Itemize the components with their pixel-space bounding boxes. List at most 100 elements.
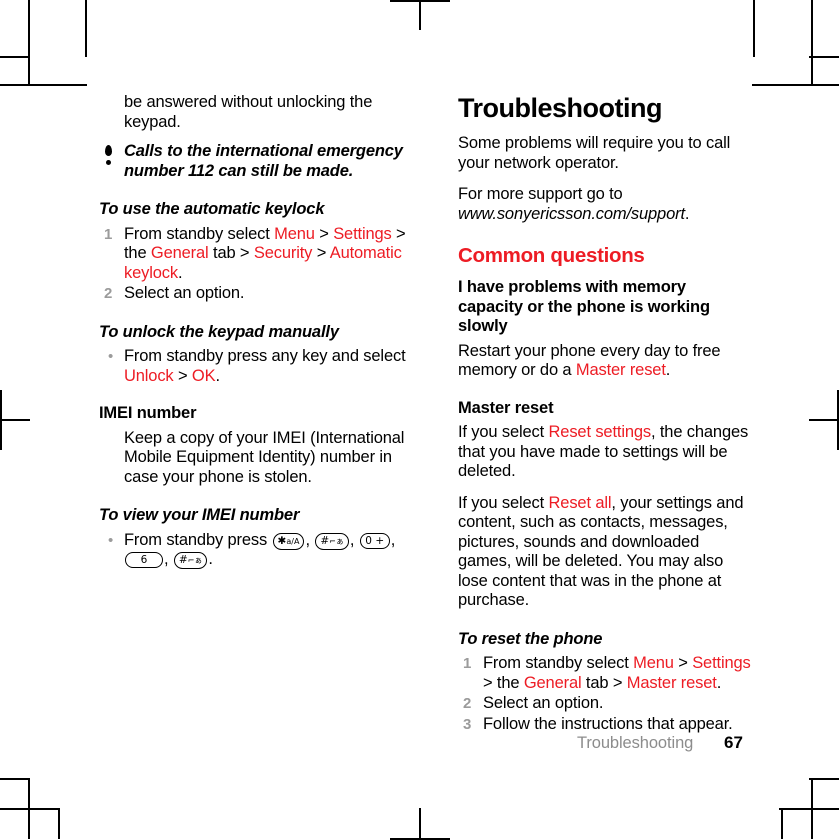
ui-link-master-reset[interactable]: Master reset (627, 674, 717, 692)
step-number: 1 (463, 655, 472, 672)
separator: tab > (208, 244, 254, 262)
ui-link-general[interactable]: General (151, 244, 209, 262)
list-item: • From standby press ✱a/A, #⌐ぁ, 0 +, 6, #… (99, 531, 419, 570)
step-text-part: From standby select (483, 654, 634, 672)
crop-mark-bottom-right-v2 (781, 808, 783, 839)
emergency-note-text: Calls to the international emergency num… (124, 142, 403, 180)
ui-link-reset-settings[interactable]: Reset settings (549, 423, 652, 441)
hash-key-icon: #⌐ぁ (315, 532, 349, 550)
ui-link-reset-all[interactable]: Reset all (549, 494, 612, 512)
footer-chapter-name: Troubleshooting (577, 734, 694, 752)
left-text-column: be answered without unlocking the keypad… (99, 93, 419, 571)
hash-key-icon: #⌐ぁ (173, 552, 208, 569)
star-key-icon: ✱a/A (272, 532, 305, 550)
comma: , (349, 530, 359, 549)
master-reset-paragraph-2: If you select Reset all, your settings a… (458, 494, 753, 611)
ui-link-master-reset[interactable]: Master reset (576, 361, 666, 379)
intro-paragraph-1: Some problems will require you to call y… (458, 134, 731, 172)
ui-link-general[interactable]: General (524, 674, 582, 692)
separator: > (312, 244, 330, 262)
step-text: Follow the instructions that appear. (483, 714, 733, 733)
crop-mark-top-left-v1 (28, 0, 30, 85)
manual-page: be answered without unlocking the keypad… (0, 0, 839, 840)
list-item: 2 Select an option. (458, 694, 753, 714)
list-item: 1 From standby select Menu > Settings > t… (99, 225, 419, 284)
step-text: Select an option. (483, 694, 604, 712)
page-number: 67 (724, 733, 743, 752)
crop-mark-bottom-center-v (419, 808, 421, 839)
crop-mark-top-right-h2 (809, 56, 839, 58)
step-number: 2 (463, 695, 472, 712)
section-title-common-questions: Common questions (458, 244, 645, 267)
comma: , (164, 550, 173, 568)
list-item: 2 Select an option. (99, 284, 419, 304)
page-title: Troubleshooting (458, 93, 662, 123)
separator: > the (483, 673, 524, 692)
period: . (208, 550, 213, 568)
bullet-marker: • (108, 531, 114, 549)
heading-imei-number: IMEI number (99, 404, 197, 422)
crop-mark-bottom-right-h1 (809, 778, 839, 780)
step-number: 2 (104, 285, 113, 302)
six-key-icon: 6 (125, 552, 163, 568)
bullet-marker: • (108, 348, 114, 365)
answer-memory-capacity: Restart your phone every day to free mem… (458, 342, 753, 381)
crop-mark-bottom-left-v2 (58, 808, 60, 839)
separator: > (314, 224, 334, 243)
step-number: 1 (104, 225, 113, 243)
separator: > (173, 366, 192, 385)
separator: tab > (581, 673, 627, 692)
step-text-part: From standby press any key and select (124, 347, 406, 365)
exclamation-icon (104, 145, 113, 165)
support-lead: For more support go to (458, 185, 623, 203)
crop-mark-top-right-v2 (753, 0, 755, 57)
list-item: 3 Follow the instructions that appear. (458, 715, 753, 735)
steps-view-imei: • From standby press ✱a/A, #⌐ぁ, 0 +, 6, #… (99, 531, 419, 570)
step-text-part: From standby press (124, 530, 272, 549)
ui-link-ok[interactable]: OK (192, 367, 216, 385)
right-text-column: Troubleshooting Some problems will requi… (458, 93, 753, 735)
steps-automatic-keylock: 1 From standby select Menu > Settings > t… (99, 225, 419, 304)
task-title-unlock-keypad: To unlock the keypad manually (99, 322, 339, 341)
intro-paragraph-2: For more support go to www.sonyericsson.… (458, 185, 753, 224)
period: . (684, 204, 690, 223)
list-item: • From standby press any key and select U… (99, 347, 419, 386)
question-memory-capacity: I have problems with memory capacity or … (458, 278, 710, 335)
ui-link-menu[interactable]: Menu (633, 654, 674, 672)
crop-mark-mid-left-h (0, 419, 30, 421)
crop-mark-bottom-right-h2 (779, 808, 839, 810)
task-title-automatic-keylock: To use the automatic keylock (99, 200, 325, 218)
emergency-note: Calls to the international emergency num… (99, 142, 419, 181)
steps-reset-phone: 1 From standby select Menu > Settings > t… (458, 654, 753, 734)
ui-link-menu[interactable]: Menu (274, 225, 315, 243)
crop-mark-top-left-v2 (85, 0, 87, 57)
ui-link-settings[interactable]: Settings (333, 225, 392, 243)
ui-link-security[interactable]: Security (254, 244, 313, 262)
step-number: 3 (463, 715, 472, 733)
period: . (716, 673, 722, 692)
list-item: 1 From standby select Menu > Settings > t… (458, 654, 753, 693)
step-text: Select an option. (124, 284, 245, 302)
master-reset-paragraph-1: If you select Reset settings, the change… (458, 423, 753, 482)
crop-mark-top-right-v1 (811, 0, 813, 85)
imei-body: Keep a copy of your IMEI (International … (124, 428, 405, 486)
ui-link-unlock[interactable]: Unlock (124, 367, 174, 385)
text-part: If you select (458, 493, 549, 512)
page-footer: Troubleshooting 67 (0, 733, 839, 755)
continued-paragraph: be answered without unlocking the keypad… (124, 93, 373, 131)
support-url[interactable]: www.sonyericsson.com/support (458, 205, 685, 223)
steps-unlock-keypad: • From standby press any key and select U… (99, 347, 419, 386)
ui-link-settings[interactable]: Settings (692, 654, 751, 672)
zero-key-icon: 0 + (359, 532, 390, 549)
period: . (665, 361, 671, 379)
crop-mark-mid-right-h (809, 419, 839, 421)
step-text-part: From standby select (124, 224, 275, 243)
comma: , (390, 530, 396, 549)
task-title-reset-phone: To reset the phone (458, 629, 603, 648)
crop-mark-top-left-h2 (0, 56, 30, 58)
text-part: If you select (458, 423, 549, 441)
period: . (215, 366, 220, 385)
comma: , (305, 530, 315, 549)
period: . (177, 263, 183, 282)
crop-mark-bottom-left-h2 (0, 808, 60, 810)
